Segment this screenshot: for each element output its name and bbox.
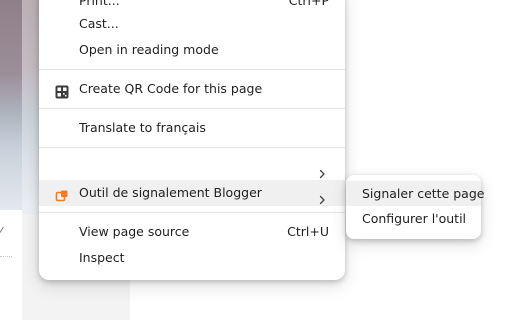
submenu-item-configure-tool[interactable]: Configurer l'outil: [346, 206, 481, 231]
menu-separator: [39, 147, 345, 148]
chevron-right-icon: [317, 188, 327, 205]
page-background-image-edge: [0, 0, 22, 210]
menu-separator: [39, 108, 345, 109]
qr-code-icon: [55, 82, 69, 99]
menu-item-label: Translate to français: [79, 120, 206, 135]
menu-item-label: Print...: [79, 0, 120, 8]
menu-item-label: View page source: [79, 224, 190, 239]
menu-item-label: Create QR Code for this page: [79, 81, 263, 96]
menu-item-label: Outil de signalement Blogger: [79, 185, 262, 200]
menu-separator: [39, 212, 345, 213]
submenu-item-report-page[interactable]: Signaler cette page: [346, 181, 485, 206]
menu-item-reading-mode[interactable]: Open in reading mode: [39, 37, 345, 63]
menu-item-cast[interactable]: Cast...: [39, 11, 345, 37]
menu-item-translate[interactable]: Translate to français: [39, 115, 345, 141]
page-background-left: [0, 210, 22, 320]
context-menu: Print... Ctrl+P Cast... Open in reading …: [39, 0, 345, 280]
chevron-right-icon: [317, 162, 327, 179]
menu-item-label: Inspect: [79, 250, 125, 265]
menu-item-view-page-source[interactable]: View page source Ctrl+U: [39, 219, 345, 245]
submenu-blogger-reporting-tool: Signaler cette page Configurer l'outil: [346, 175, 485, 239]
page-edge-mark: ⁄: [0, 225, 2, 238]
page-dotted-divider: [0, 256, 12, 257]
submenu-item-label: Configurer l'outil: [362, 211, 467, 226]
menu-item-shortcut: Ctrl+U: [287, 224, 329, 239]
blogger-extension-icon: [55, 186, 69, 202]
submenu-item-label: Signaler cette page: [362, 186, 485, 201]
menu-item-label: Open in reading mode: [79, 42, 219, 57]
menu-item-label: Cast...: [79, 16, 119, 31]
menu-item-unlabeled-submenu[interactable]: [39, 154, 345, 180]
menu-item-create-qr-code[interactable]: Create QR Code for this page: [39, 76, 345, 102]
menu-separator: [39, 69, 345, 70]
menu-item-blogger-reporting-tool[interactable]: Outil de signalement Blogger: [39, 180, 345, 206]
menu-item-inspect[interactable]: Inspect: [39, 245, 345, 271]
